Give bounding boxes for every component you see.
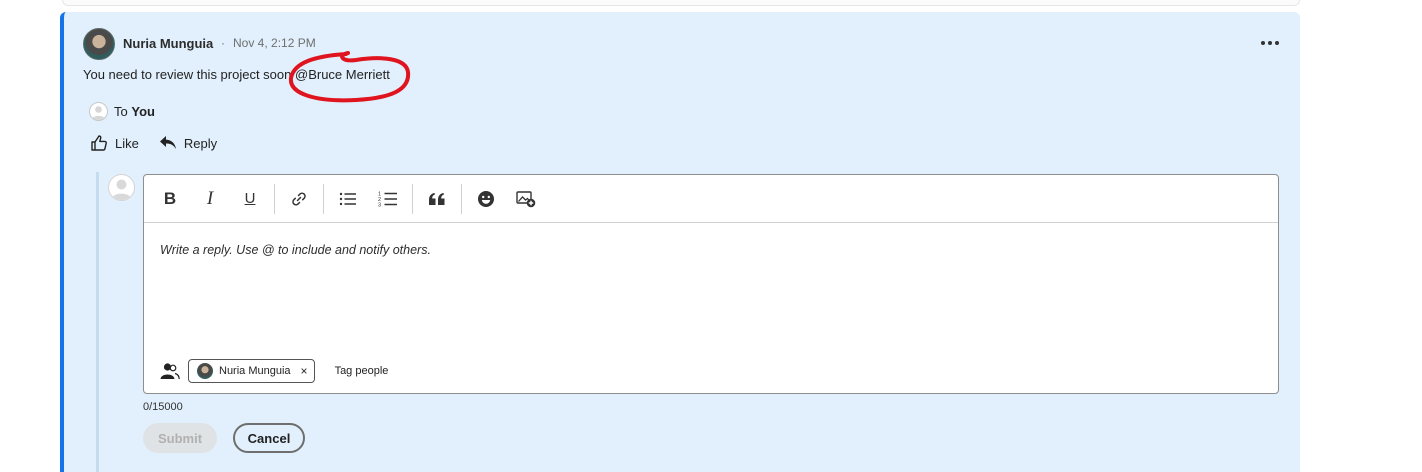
character-counter: 0/15000 bbox=[143, 401, 183, 413]
author-avatar[interactable] bbox=[83, 28, 115, 60]
chip-avatar bbox=[197, 363, 213, 379]
quote-button[interactable] bbox=[417, 182, 457, 216]
toolbar-divider bbox=[323, 183, 324, 214]
reply-button[interactable]: Reply bbox=[159, 135, 217, 151]
recipient-prefix: To bbox=[114, 103, 128, 119]
quote-icon bbox=[429, 192, 445, 205]
author-name[interactable]: Nuria Munguia bbox=[123, 36, 213, 51]
tag-people-icon bbox=[160, 363, 180, 380]
more-dot-icon bbox=[1275, 41, 1279, 45]
recipient-name: You bbox=[131, 103, 155, 119]
toolbar-divider bbox=[461, 183, 462, 214]
insert-image-button[interactable] bbox=[506, 182, 546, 216]
svg-text:3: 3 bbox=[378, 202, 381, 208]
thumbs-up-icon bbox=[91, 135, 107, 151]
reply-user-avatar bbox=[108, 174, 135, 201]
comment-text: You need to review this project soon bbox=[83, 67, 295, 82]
like-button[interactable]: Like bbox=[90, 134, 139, 152]
toolbar-divider bbox=[412, 183, 413, 214]
previous-card-edge bbox=[62, 0, 1300, 6]
more-dot-icon bbox=[1268, 41, 1272, 45]
mention-link[interactable]: @Bruce Merriett bbox=[295, 67, 390, 82]
more-dot-icon bbox=[1261, 41, 1265, 45]
numbered-list-icon: 1 2 3 bbox=[378, 191, 397, 208]
numbered-list-button[interactable]: 1 2 3 bbox=[368, 182, 408, 216]
reply-label: Reply bbox=[183, 135, 218, 151]
bold-button[interactable]: B bbox=[150, 182, 190, 216]
tagged-person-chip: Nuria Munguia × bbox=[188, 359, 315, 383]
recipient-label: To You bbox=[114, 104, 155, 119]
add-image-icon bbox=[516, 190, 536, 207]
recipient-avatar-icon bbox=[89, 101, 108, 121]
italic-button[interactable]: I bbox=[190, 182, 230, 216]
comment-timestamp: Nov 4, 2:12 PM bbox=[233, 36, 316, 50]
meta-separator: · bbox=[221, 36, 225, 50]
like-label: Like bbox=[115, 135, 139, 151]
more-options-button[interactable] bbox=[1258, 34, 1282, 52]
reply-editor: B I U 1 2 3 Write a reply. Use @ to incl… bbox=[143, 174, 1279, 394]
emoji-smile-icon bbox=[478, 190, 494, 207]
reply-arrow-icon bbox=[159, 136, 176, 149]
cancel-button[interactable]: Cancel bbox=[233, 423, 305, 453]
bullet-list-icon bbox=[339, 192, 356, 205]
link-icon bbox=[292, 191, 306, 206]
reply-thread-line bbox=[96, 172, 99, 472]
underline-button[interactable]: U bbox=[230, 182, 270, 216]
editor-toolbar: B I U 1 2 3 bbox=[144, 175, 1278, 223]
emoji-button[interactable] bbox=[466, 182, 506, 216]
tagged-person-name: Nuria Munguia bbox=[219, 365, 291, 377]
bullet-list-button[interactable] bbox=[328, 182, 368, 216]
tag-people-input[interactable]: Tag people bbox=[335, 365, 389, 377]
link-button[interactable] bbox=[279, 182, 319, 216]
recipient-row: To You bbox=[89, 101, 155, 121]
comment-actions: Like Reply bbox=[90, 134, 217, 152]
comment-body: You need to review this project soon @Br… bbox=[83, 67, 390, 82]
remove-tag-icon[interactable]: × bbox=[301, 364, 308, 378]
submit-button[interactable]: Submit bbox=[143, 423, 217, 453]
comment-card: Nuria Munguia · Nov 4, 2:12 PM You need … bbox=[60, 12, 1300, 472]
reply-input[interactable]: Write a reply. Use @ to include and noti… bbox=[160, 243, 431, 257]
tag-row: Nuria Munguia × Tag people bbox=[160, 359, 388, 383]
toolbar-divider bbox=[274, 183, 275, 214]
